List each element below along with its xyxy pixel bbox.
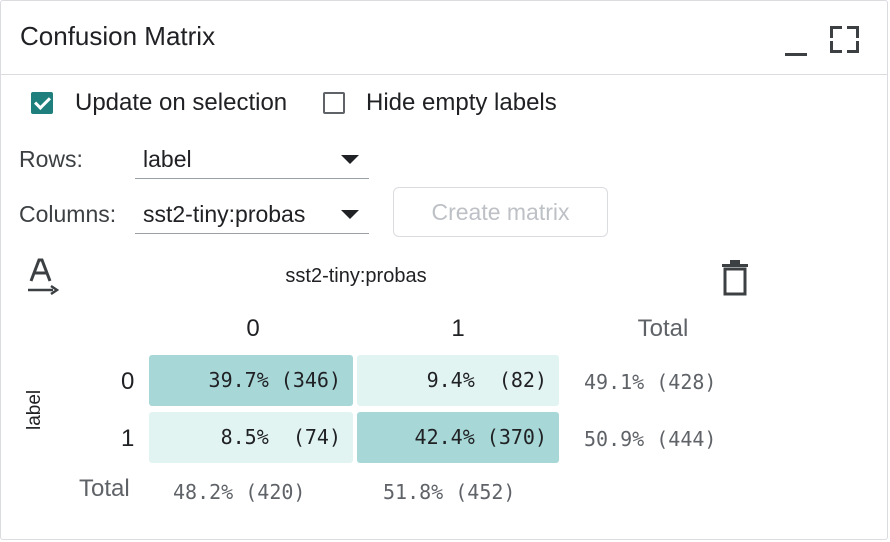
create-matrix-button[interactable]: Create matrix xyxy=(393,187,608,237)
column-header-total: Total xyxy=(637,315,689,342)
matrix-cell-0-1[interactable]: 9.4% (82) xyxy=(357,355,559,406)
update-on-selection-label: Update on selection xyxy=(75,89,288,116)
update-on-selection-checkbox[interactable] xyxy=(31,92,53,114)
rows-label: Rows: xyxy=(19,146,83,172)
row-total-1: 50.9% (444) xyxy=(584,427,717,451)
column-header-1: 1 xyxy=(451,315,465,342)
columns-select-value: sst2-tiny:probas xyxy=(143,201,306,227)
panel-title: Confusion Matrix xyxy=(20,21,216,51)
columns-label: Columns: xyxy=(19,201,117,227)
panel-header: Confusion Matrix xyxy=(1,1,887,75)
row-header-0: 0 xyxy=(121,368,135,395)
column-total-1: 51.8% (452) xyxy=(383,480,516,504)
rows-select[interactable]: label xyxy=(135,141,369,179)
minimize-icon[interactable] xyxy=(785,53,807,56)
rows-select-value: label xyxy=(143,146,192,172)
row-header-1: 1 xyxy=(121,425,135,452)
matrix-cell-1-0[interactable]: 8.5% (74) xyxy=(149,412,353,463)
trash-icon[interactable] xyxy=(719,259,751,297)
columns-select[interactable]: sst2-tiny:probas xyxy=(135,196,369,234)
matrix-column-field: sst2-tiny:probas xyxy=(285,265,427,287)
maximize-icon[interactable] xyxy=(830,26,859,53)
row-header-total: Total xyxy=(79,475,130,502)
column-total-0: 48.2% (420) xyxy=(173,480,306,504)
hide-empty-labels-checkbox[interactable] xyxy=(323,92,345,114)
font-format-icon[interactable] xyxy=(27,257,59,295)
matrix-cell-0-0[interactable]: 39.7% (346) xyxy=(149,355,353,406)
column-header-0: 0 xyxy=(246,315,260,342)
chevron-down-icon xyxy=(341,155,359,164)
hide-empty-labels-label: Hide empty labels xyxy=(366,89,557,116)
confusion-matrix-panel: Confusion Matrix Update on selection Hid… xyxy=(0,0,888,540)
chevron-down-icon xyxy=(341,210,359,219)
matrix-cell-1-1[interactable]: 42.4% (370) xyxy=(357,412,559,463)
matrix-row-field: label xyxy=(24,389,45,430)
row-total-0: 49.1% (428) xyxy=(584,370,717,394)
